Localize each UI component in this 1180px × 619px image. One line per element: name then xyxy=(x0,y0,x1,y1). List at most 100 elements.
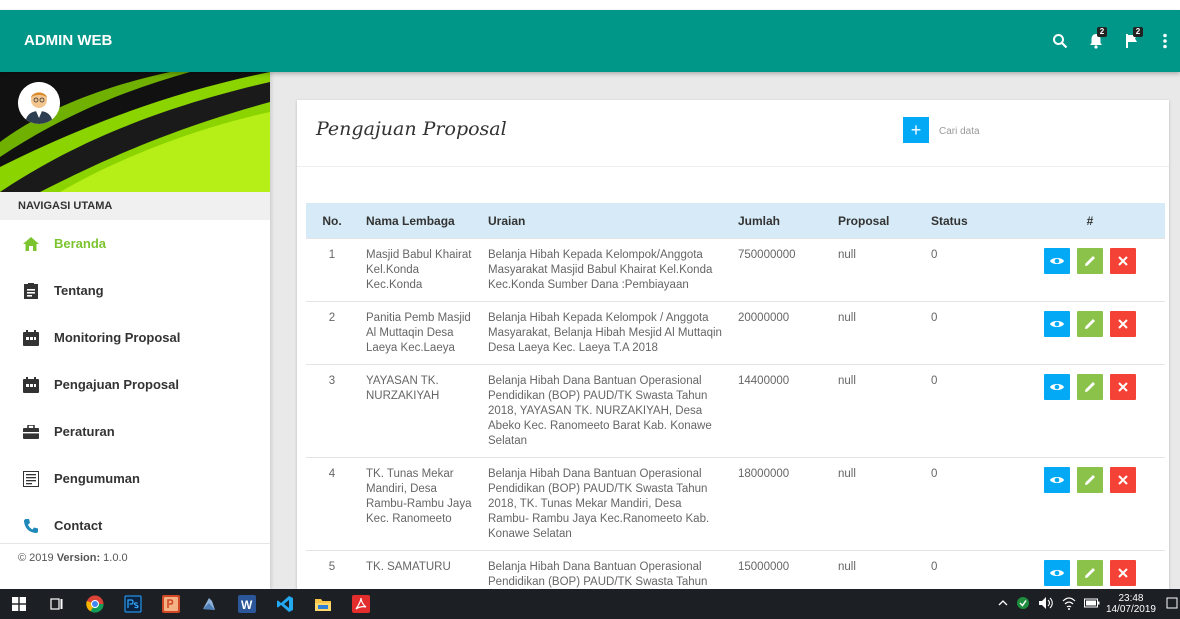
view-button[interactable] xyxy=(1043,467,1070,493)
edit-button[interactable] xyxy=(1077,248,1103,274)
column-header-actions: # xyxy=(1015,203,1165,239)
notification-badge: 2 xyxy=(1097,27,1107,37)
start-icon[interactable] xyxy=(0,589,38,619)
copyright-text: © 2019 xyxy=(18,552,54,564)
sidebar-item-contact[interactable]: Contact xyxy=(0,502,270,549)
volume-icon[interactable] xyxy=(1038,596,1054,613)
avatar[interactable] xyxy=(18,82,60,124)
column-header-uraian[interactable]: Uraian xyxy=(480,203,730,239)
phone-icon xyxy=(22,517,40,535)
edit-button[interactable] xyxy=(1077,311,1103,337)
sidebar-item-monitoring-proposal[interactable]: Monitoring Proposal xyxy=(0,314,270,361)
sidebar-item-label: Tentang xyxy=(54,283,104,298)
delete-button[interactable] xyxy=(1110,311,1137,337)
column-header-no[interactable]: No. xyxy=(306,203,358,239)
sidebar-footer: © 2019 Version: 1.0.0 xyxy=(0,543,270,589)
table-row: 2 Panitia Pemb Masjid Al Muttaqin Desa L… xyxy=(306,301,1165,365)
sidebar-item-label: Beranda xyxy=(54,236,107,251)
notification-bell-icon[interactable]: 2 xyxy=(1078,23,1114,59)
more-vert-icon[interactable] xyxy=(1150,23,1180,59)
window-top-strip xyxy=(0,0,1180,10)
search-input[interactable] xyxy=(937,119,1141,143)
brand-title[interactable]: ADMIN WEB xyxy=(24,32,112,49)
delete-button[interactable] xyxy=(1110,560,1137,586)
delete-button[interactable] xyxy=(1110,374,1137,400)
battery-icon[interactable] xyxy=(1083,598,1100,611)
cell-status: 0 xyxy=(923,457,1015,551)
search-icon[interactable] xyxy=(1042,23,1078,59)
photoshop-icon[interactable] xyxy=(114,589,152,619)
powerpoint-icon[interactable] xyxy=(152,589,190,619)
cell-status: 0 xyxy=(923,550,1015,589)
vscode-icon[interactable] xyxy=(266,589,304,619)
file-explorer-icon[interactable] xyxy=(304,589,342,619)
column-header-status[interactable]: Status xyxy=(923,203,1015,239)
column-header-jumlah[interactable]: Jumlah xyxy=(730,203,830,239)
cell-lembaga: TK. Tunas Mekar Mandiri, Desa Rambu-Ramb… xyxy=(358,457,480,551)
sidebar-item-pengumuman[interactable]: Pengumuman xyxy=(0,455,270,502)
eye-icon xyxy=(1049,384,1064,390)
cell-no: 3 xyxy=(306,364,358,458)
add-button[interactable]: + xyxy=(903,117,929,143)
table-row: 1 Masjid Babul Khairat Kel.Konda Kec.Kon… xyxy=(306,238,1165,302)
cell-lembaga: Panitia Pemb Masjid Al Muttaqin Desa Lae… xyxy=(358,301,480,365)
wifi-icon[interactable] xyxy=(1062,596,1076,613)
view-button[interactable] xyxy=(1043,248,1070,274)
cell-jumlah: 20000000 xyxy=(730,301,830,365)
sidebar-item-beranda[interactable]: Beranda xyxy=(0,220,270,267)
card-header: Pengajuan Proposal + xyxy=(297,100,1169,167)
version-label: Version: xyxy=(56,552,101,564)
close-icon xyxy=(1118,319,1128,329)
close-icon xyxy=(1118,256,1128,266)
table-row: 3 YAYASAN TK. NURZAKIYAH Belanja Hibah D… xyxy=(306,364,1165,458)
cell-jumlah: 14400000 xyxy=(730,364,830,458)
column-header-proposal[interactable]: Proposal xyxy=(830,203,923,239)
sidebar-item-label: Pengumuman xyxy=(54,471,140,486)
system-clock[interactable]: 23:48 14/07/2019 xyxy=(1106,593,1156,615)
cell-uraian: Belanja Hibah Dana Bantuan Operasional P… xyxy=(480,457,730,551)
cell-no: 2 xyxy=(306,301,358,365)
view-button[interactable] xyxy=(1043,560,1070,586)
peraturan-icon xyxy=(22,423,40,441)
table-row: 5 TK. SAMATURU Belanja Hibah Dana Bantua… xyxy=(306,550,1165,589)
eye-icon xyxy=(1049,570,1064,576)
word-icon[interactable]: W xyxy=(228,589,266,619)
chevron-up-icon[interactable] xyxy=(998,599,1008,610)
sidebar-menu: Beranda Tentang Monitoring Proposal Peng… xyxy=(0,220,270,549)
pencil-icon xyxy=(1085,256,1095,266)
cell-proposal: null xyxy=(830,238,923,302)
sidebar-item-tentang[interactable]: Tentang xyxy=(0,267,270,314)
cell-status: 0 xyxy=(923,301,1015,365)
chrome-icon[interactable] xyxy=(76,589,114,619)
cell-jumlah: 15000000 xyxy=(730,550,830,589)
view-button[interactable] xyxy=(1043,374,1070,400)
edit-button[interactable] xyxy=(1077,467,1103,493)
sidebar: NAVIGASI UTAMA Beranda Tentang Monitorin… xyxy=(0,72,270,589)
network-icon[interactable] xyxy=(1016,596,1030,613)
edit-button[interactable] xyxy=(1077,374,1103,400)
proposal-card: Pengajuan Proposal + No. Nama Lembaga Ur… xyxy=(297,100,1169,589)
pencil-icon xyxy=(1085,475,1095,485)
pengumuman-icon xyxy=(22,470,40,488)
sidebar-item-peraturan[interactable]: Peraturan xyxy=(0,408,270,455)
flag-icon[interactable]: 2 xyxy=(1114,23,1150,59)
delete-button[interactable] xyxy=(1110,467,1137,493)
edit-button[interactable] xyxy=(1077,560,1103,586)
nav-header: NAVIGASI UTAMA xyxy=(0,192,270,220)
view-button[interactable] xyxy=(1043,311,1070,337)
cell-proposal: null xyxy=(830,457,923,551)
delete-button[interactable] xyxy=(1110,248,1137,274)
pencil-icon xyxy=(1085,319,1095,329)
close-icon xyxy=(1118,382,1128,392)
proposal-table: No. Nama Lembaga Uraian Jumlah Proposal … xyxy=(306,203,1165,589)
cell-proposal: null xyxy=(830,364,923,458)
sidebar-item-pengajuan-proposal[interactable]: Pengajuan Proposal xyxy=(0,361,270,408)
app-icon[interactable] xyxy=(190,589,228,619)
cell-actions xyxy=(1015,238,1165,302)
cell-uraian: Belanja Hibah Dana Bantuan Operasional P… xyxy=(480,550,730,589)
task-view-icon[interactable] xyxy=(38,589,76,619)
notification-center-icon[interactable] xyxy=(1166,597,1180,612)
sidebar-item-label: Monitoring Proposal xyxy=(54,330,181,345)
acrobat-icon[interactable] xyxy=(342,589,380,619)
column-header-lembaga[interactable]: Nama Lembaga xyxy=(358,203,480,239)
